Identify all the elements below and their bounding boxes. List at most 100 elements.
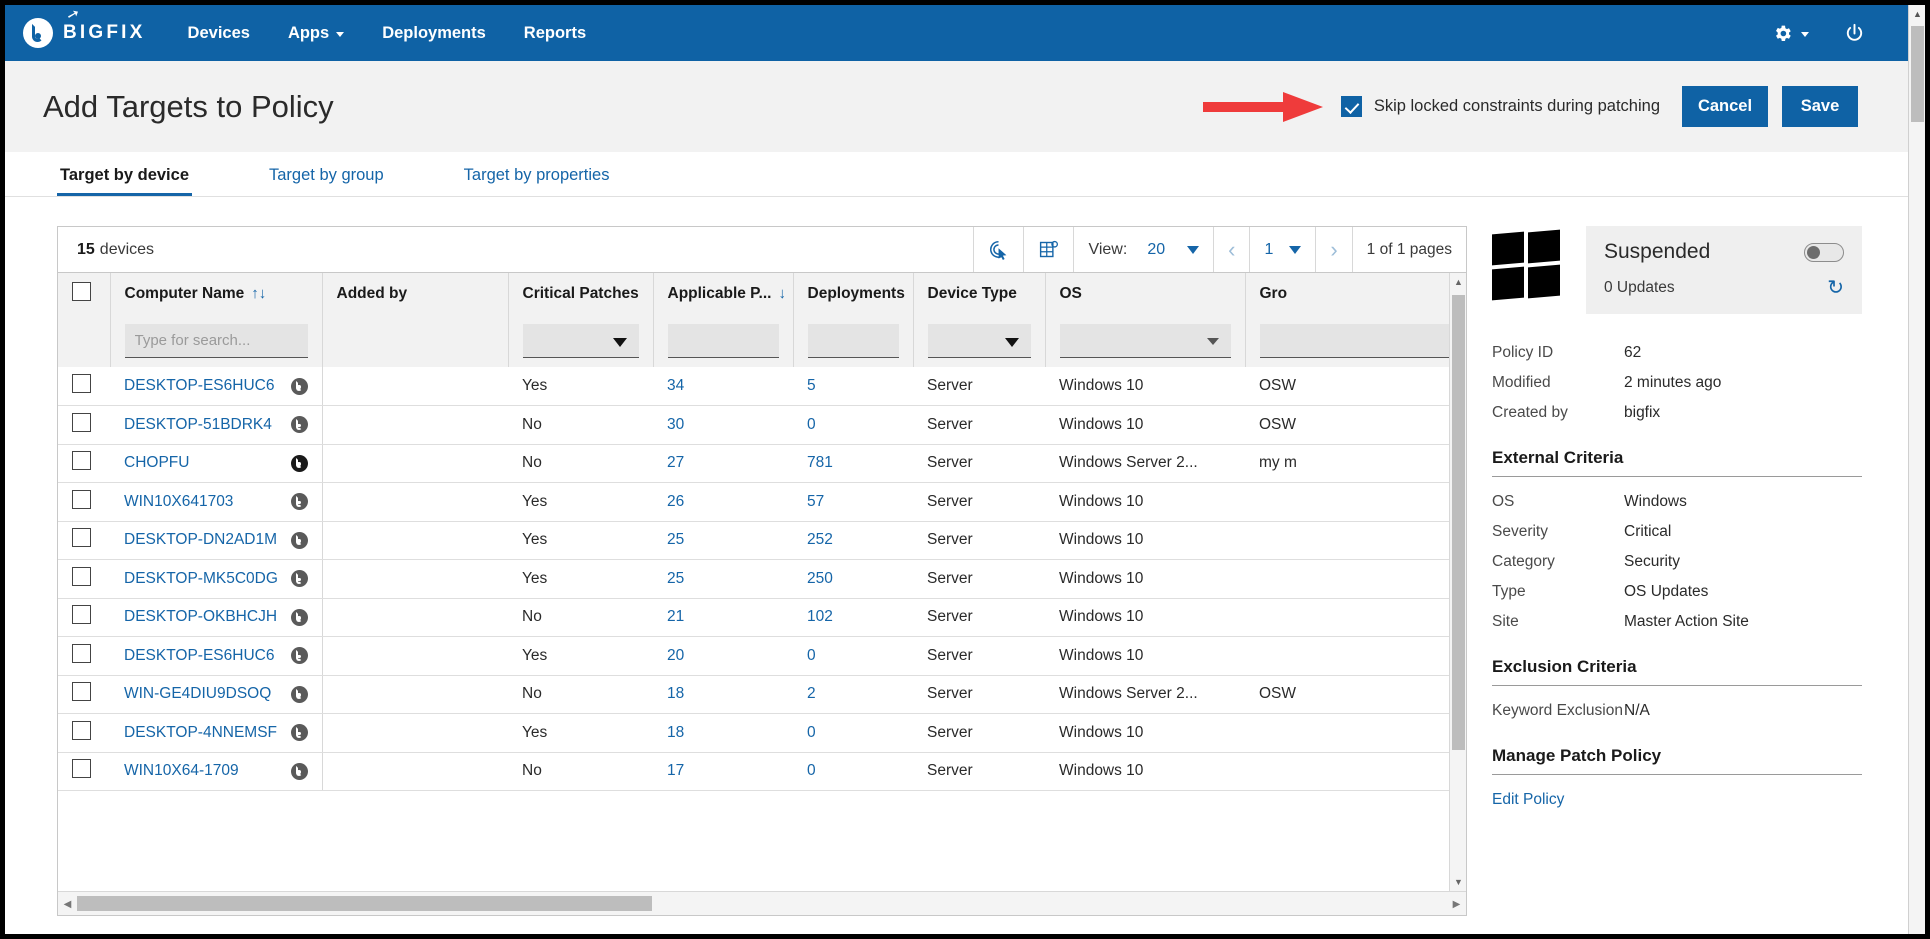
scroll-right-icon[interactable]: ▶	[1447, 892, 1466, 916]
table-row[interactable]: DESKTOP-ES6HUC6Yes200ServerWindows 10	[58, 637, 1466, 676]
nav-item-apps[interactable]: Apps	[288, 24, 344, 43]
refresh-icon[interactable]: ↻	[1827, 278, 1844, 298]
computer-name-link[interactable]: WIN10X641703	[124, 493, 233, 511]
cancel-button[interactable]: Cancel	[1682, 86, 1768, 127]
scrollbar-thumb[interactable]	[1452, 295, 1465, 750]
scroll-left-icon[interactable]: ◀	[58, 892, 77, 916]
nav-item-reports[interactable]: Reports	[524, 24, 586, 43]
cell-os: Windows 10	[1045, 406, 1245, 445]
computer-name-link[interactable]: DESKTOP-ES6HUC6	[124, 377, 274, 395]
edit-policy-link[interactable]: Edit Policy	[1492, 791, 1862, 809]
row-checkbox[interactable]	[72, 413, 91, 432]
cell-computer-name: DESKTOP-4NNEMSF	[110, 714, 322, 753]
row-checkbox[interactable]	[72, 605, 91, 624]
table-row[interactable]: WIN10X641703Yes2657ServerWindows 10	[58, 483, 1466, 522]
save-button[interactable]: Save	[1782, 86, 1858, 127]
table-row[interactable]: WIN-GE4DIU9DSOQNo182ServerWindows Server…	[58, 675, 1466, 714]
prev-page-button[interactable]: ‹	[1213, 227, 1249, 272]
skip-locked-constraints-checkbox-group[interactable]: Skip locked constraints during patching	[1341, 96, 1660, 117]
row-checkbox[interactable]	[72, 451, 91, 470]
cell-os: Windows 10	[1045, 637, 1245, 676]
header-applicable-patches[interactable]: Applicable P...↓	[653, 273, 793, 315]
header-group[interactable]: Gro	[1245, 273, 1466, 315]
table-scroll-area: Computer Name↑↓ Added by Critical Patche…	[58, 273, 1466, 891]
cell-added-by	[322, 714, 508, 753]
computer-name-search-input[interactable]	[125, 324, 308, 358]
row-checkbox[interactable]	[72, 374, 91, 393]
tab-target-by-group[interactable]: Target by group	[266, 166, 387, 196]
prev-page-icon: ‹	[1228, 239, 1235, 261]
row-checkbox[interactable]	[72, 528, 91, 547]
table-row[interactable]: DESKTOP-OKBHCJHNo21102ServerWindows 10	[58, 598, 1466, 637]
configure-columns-button[interactable]	[1023, 227, 1073, 272]
page-vertical-scrollbar[interactable]: ▲	[1908, 5, 1925, 934]
table-vertical-scrollbar[interactable]: ▲ ▼	[1449, 273, 1466, 891]
cell-group	[1245, 598, 1466, 637]
os-filter-select[interactable]	[1060, 324, 1231, 358]
header-critical-patches[interactable]: Critical Patches	[508, 273, 653, 315]
device-type-filter-select[interactable]	[928, 324, 1031, 358]
table-horizontal-scrollbar[interactable]: ◀ ▶	[58, 891, 1466, 915]
row-select-cell	[58, 521, 110, 560]
power-logout-button[interactable]	[1843, 22, 1866, 45]
computer-name-link[interactable]: DESKTOP-MK5C0DG	[124, 570, 278, 588]
view-size-selector[interactable]: View: 20	[1073, 227, 1213, 272]
cell-os: Windows Server 2...	[1045, 444, 1245, 483]
computer-name-link[interactable]: DESKTOP-DN2AD1M	[124, 531, 277, 549]
deployments-filter-input[interactable]	[808, 324, 899, 358]
computer-name-link[interactable]: WIN10X64-1709	[124, 762, 239, 780]
applicable-patches-filter-input[interactable]	[668, 324, 779, 358]
header-added-by[interactable]: Added by	[322, 273, 508, 315]
next-page-button[interactable]: ›	[1315, 227, 1351, 272]
filter-cell-group	[1245, 315, 1466, 367]
settings-menu-button[interactable]	[1772, 23, 1809, 44]
table-row[interactable]: DESKTOP-ES6HUC6Yes345ServerWindows 10OSW	[58, 367, 1466, 406]
row-checkbox[interactable]	[72, 682, 91, 701]
table-row[interactable]: DESKTOP-4NNEMSFYes180ServerWindows 10	[58, 714, 1466, 753]
brand-label: BIGFIX	[63, 22, 146, 44]
row-checkbox[interactable]	[72, 567, 91, 586]
table-row[interactable]: CHOPFUNo27781ServerWindows Server 2...my…	[58, 444, 1466, 483]
header-deployments[interactable]: Deployments	[793, 273, 913, 315]
nav-item-deployments[interactable]: Deployments	[382, 24, 486, 43]
header-device-type[interactable]: Device Type	[913, 273, 1045, 315]
brand[interactable]: BIGFIX	[23, 18, 146, 48]
tab-target-by-properties[interactable]: Target by properties	[461, 166, 613, 196]
select-mode-button[interactable]	[973, 227, 1023, 272]
table-row[interactable]: DESKTOP-MK5C0DGYes25250ServerWindows 10	[58, 560, 1466, 599]
page-selector[interactable]: 1	[1249, 227, 1315, 272]
critical-patches-filter-select[interactable]	[523, 324, 639, 358]
row-checkbox[interactable]	[72, 490, 91, 509]
header-os[interactable]: OS	[1045, 273, 1245, 315]
tab-target-by-device[interactable]: Target by device	[57, 166, 192, 196]
computer-name-link[interactable]: DESKTOP-OKBHCJH	[124, 608, 277, 626]
computer-name-link[interactable]: CHOPFU	[124, 454, 189, 472]
policy-enable-toggle[interactable]	[1804, 243, 1844, 262]
select-all-checkbox[interactable]	[72, 282, 91, 301]
computer-name-link[interactable]: DESKTOP-ES6HUC6	[124, 647, 274, 665]
table-row[interactable]: DESKTOP-51BDRK4No300ServerWindows 10OSW	[58, 406, 1466, 445]
cell-applicable-patches: 34	[653, 367, 793, 406]
computer-name-link[interactable]: DESKTOP-51BDRK4	[124, 416, 272, 434]
group-filter-input[interactable]	[1260, 324, 1467, 358]
nav-item-devices[interactable]: Devices	[188, 24, 250, 43]
cell-applicable-patches: 25	[653, 560, 793, 599]
table-row[interactable]: DESKTOP-DN2AD1MYes25252ServerWindows 10	[58, 521, 1466, 560]
computer-name-link[interactable]: DESKTOP-4NNEMSF	[124, 724, 277, 742]
header-computer-name[interactable]: Computer Name↑↓	[110, 273, 322, 315]
scroll-up-icon[interactable]: ▲	[1450, 273, 1466, 291]
bigfix-agent-icon	[291, 378, 308, 395]
skip-locked-constraints-checkbox[interactable]	[1341, 96, 1362, 117]
nav-item-label: Apps	[288, 24, 329, 43]
scrollbar-thumb[interactable]	[1911, 26, 1924, 122]
computer-name-link[interactable]: WIN-GE4DIU9DSOQ	[124, 685, 271, 703]
scrollbar-thumb[interactable]	[77, 896, 652, 911]
scroll-up-icon[interactable]: ▲	[1909, 5, 1926, 23]
row-checkbox[interactable]	[72, 759, 91, 778]
scroll-down-icon[interactable]: ▼	[1450, 873, 1466, 891]
policy-info-row: Modified 2 minutes ago	[1492, 374, 1862, 392]
table-row[interactable]: WIN10X64-1709No170ServerWindows 10	[58, 752, 1466, 791]
criteria-key: Site	[1492, 613, 1624, 631]
row-checkbox[interactable]	[72, 644, 91, 663]
row-checkbox[interactable]	[72, 721, 91, 740]
